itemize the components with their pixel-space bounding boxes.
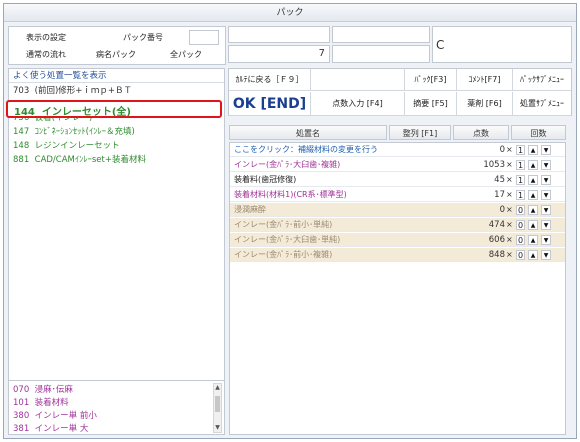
count-field[interactable]: 1 <box>516 190 525 200</box>
pack-number-input[interactable] <box>189 30 219 45</box>
toolbar-blank-button <box>311 69 405 91</box>
list-item[interactable]: 381 インレー単 大 <box>13 422 88 434</box>
info-field-2: 7 <box>228 45 330 63</box>
info-field-5: C <box>432 26 572 63</box>
list-item[interactable]: 148 レジンインレーセット <box>13 139 120 153</box>
column-header-times: 回数 <box>511 125 566 140</box>
display-settings-button[interactable]: 表示の設定 <box>11 29 81 46</box>
table-row[interactable]: インレー(金ﾊﾟﾗ･大臼歯･複雑) 1053 × 1 ▲ ▼ <box>230 158 565 172</box>
column-header-name: 処置名 <box>229 125 387 140</box>
point-input-button[interactable]: 点数入力 [F4] <box>311 92 405 116</box>
drug-button[interactable]: 薬剤 [F6] <box>457 92 513 116</box>
list-item[interactable]: 070 浸麻･伝麻 <box>13 383 73 397</box>
info-field-3 <box>332 26 430 43</box>
increment-button[interactable]: ▲ <box>528 160 538 170</box>
decrement-button[interactable]: ▼ <box>541 250 551 260</box>
list-item[interactable]: 881 CAD/CAMｲﾝﾚｰset+装着材料 <box>13 153 146 167</box>
list-item[interactable]: 147 ｺﾝﾋﾞﾈｰｼｮﾝｾｯﾄ(ｲﾝﾚｰ＆充填) <box>13 125 135 139</box>
count-field[interactable]: 0 <box>516 205 525 215</box>
list-item[interactable]: 703 (前回)修形+ｉｍｐ+ＢＴ <box>13 84 132 98</box>
pack-submenu-button[interactable]: ﾊﾟｯｸｻﾌﾞﾒﾆｭｰ <box>513 69 571 91</box>
scroll-thumb[interactable] <box>215 396 220 412</box>
count-field[interactable]: 1 <box>516 145 525 155</box>
back-to-karte-button[interactable]: ｶﾙﾃに戻る［Ｆ９］ <box>229 69 311 91</box>
list-item[interactable]: 380 インレー単 前小 <box>13 409 97 423</box>
table-row[interactable]: 装着料(歯冠修復) 45 × 1 ▲ ▼ <box>230 173 565 187</box>
treatment-submenu-button[interactable]: 処置ｻﾌﾞﾒﾆｭｰ <box>513 92 571 116</box>
action-toolbar: ｶﾙﾃに戻る［Ｆ９］ ﾊﾟｯｸ[F3] ｺﾒﾝﾄ[F7] ﾊﾟｯｸｻﾌﾞﾒﾆｭｰ… <box>228 68 572 116</box>
table-row[interactable]: ここをクリック：補綴材料の変更を行う 0 × 1 ▲ ▼ <box>230 143 565 157</box>
decrement-button[interactable]: ▼ <box>541 220 551 230</box>
sort-button[interactable]: 整列 [F1] <box>389 125 451 140</box>
column-header-points: 点数 <box>453 125 509 140</box>
list-item[interactable]: 101 装着材料 <box>13 396 69 410</box>
selected-item-code: 144 <box>14 107 35 118</box>
increment-button[interactable]: ▲ <box>528 190 538 200</box>
pack-window: パック 表示の設定 パック番号 通常の流れ 病名パック 全パック 7 C よく使… <box>3 3 577 439</box>
table-row[interactable]: インレー(金ﾊﾟﾗ･大臼歯･単純) 606 × 0 ▲ ▼ <box>230 233 565 247</box>
scroll-down-icon[interactable]: ▼ <box>214 424 221 432</box>
increment-button[interactable]: ▲ <box>528 235 538 245</box>
treatment-table: ここをクリック：補綴材料の変更を行う 0 × 1 ▲ ▼ インレー(金ﾊﾟﾗ･大臼… <box>229 142 566 435</box>
table-row[interactable]: インレー(金ﾊﾟﾗ･前小･複雑) 848 × 0 ▲ ▼ <box>230 248 565 262</box>
ok-end-button[interactable]: OK [END] <box>229 92 311 116</box>
table-row[interactable]: 浸潤麻酔 0 × 0 ▲ ▼ <box>230 203 565 217</box>
all-packs-button[interactable]: 全パック <box>151 46 221 63</box>
number-value: 7 <box>318 48 325 59</box>
selected-list-item[interactable]: 144 インレーセット(全) <box>6 100 222 118</box>
count-field[interactable]: 0 <box>516 235 525 245</box>
decrement-button[interactable]: ▼ <box>541 175 551 185</box>
increment-button[interactable]: ▲ <box>528 205 538 215</box>
increment-button[interactable]: ▲ <box>528 220 538 230</box>
decrement-button[interactable]: ▼ <box>541 190 551 200</box>
count-field[interactable]: 1 <box>516 175 525 185</box>
info-field-4 <box>332 45 430 63</box>
decrement-button[interactable]: ▼ <box>541 160 551 170</box>
decrement-button[interactable]: ▼ <box>541 145 551 155</box>
letter-value: C <box>436 38 445 52</box>
info-field-1 <box>228 26 330 43</box>
increment-button[interactable]: ▲ <box>528 250 538 260</box>
disease-pack-button[interactable]: 病名パック <box>81 46 151 63</box>
top-controls: 表示の設定 パック番号 通常の流れ 病名パック 全パック <box>8 26 226 65</box>
pack-number-label: パック番号 <box>123 33 163 42</box>
list-scrollbar[interactable]: ▲ ▼ <box>213 383 222 433</box>
table-row[interactable]: インレー(金ﾊﾟﾗ･前小･単純) 474 × 0 ▲ ▼ <box>230 218 565 232</box>
increment-button[interactable]: ▲ <box>528 145 538 155</box>
increment-button[interactable]: ▲ <box>528 175 538 185</box>
normal-flow-button[interactable]: 通常の流れ <box>11 46 81 63</box>
treatment-code-list: 070 浸麻･伝麻 101 装着材料 380 インレー単 前小 381 インレー… <box>8 380 225 435</box>
count-field[interactable]: 1 <box>516 160 525 170</box>
summary-button[interactable]: 摘要 [F5] <box>405 92 457 116</box>
change-material-link[interactable]: ここをクリック：補綴材料の変更を行う <box>234 143 378 157</box>
count-field[interactable]: 0 <box>516 250 525 260</box>
decrement-button[interactable]: ▼ <box>541 205 551 215</box>
window-title: パック <box>4 4 576 22</box>
frequent-list-header[interactable]: よく使う処置一覧を表示 <box>9 69 224 83</box>
scroll-up-icon[interactable]: ▲ <box>214 384 221 392</box>
count-field[interactable]: 0 <box>516 220 525 230</box>
table-row[interactable]: 装着材料(材料1)(CR系･標準型) 17 × 1 ▲ ▼ <box>230 188 565 202</box>
pack-button[interactable]: ﾊﾟｯｸ[F3] <box>405 69 457 91</box>
selected-item-label: インレーセット(全) <box>41 107 131 118</box>
comment-button[interactable]: ｺﾒﾝﾄ[F7] <box>457 69 513 91</box>
decrement-button[interactable]: ▼ <box>541 235 551 245</box>
